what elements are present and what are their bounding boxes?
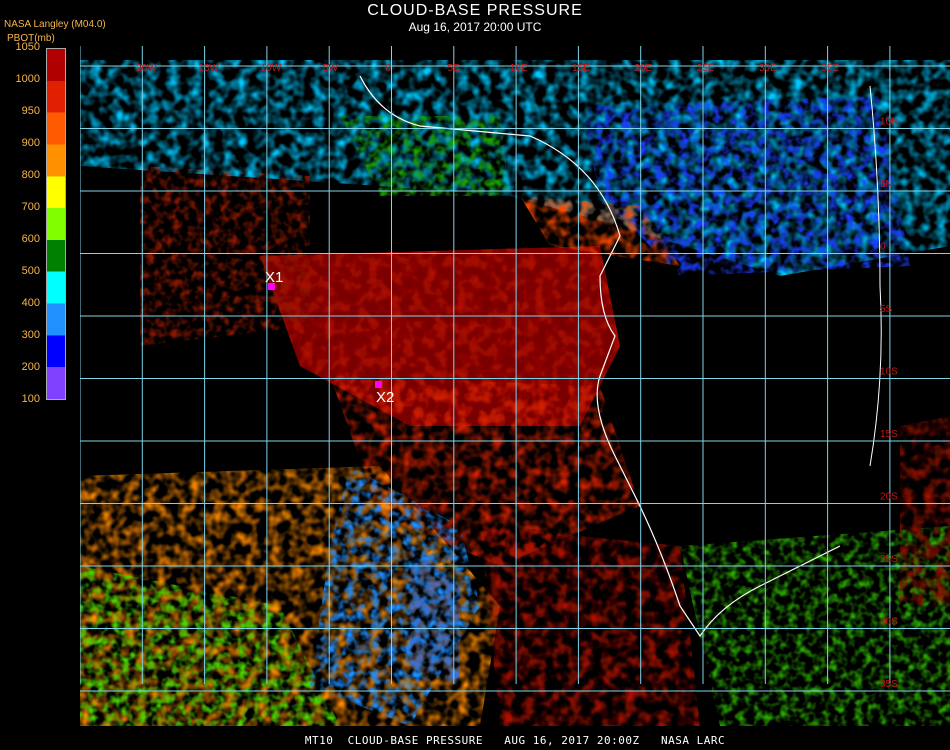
legend-tick-300: 300 [21,329,40,341]
legend-tick-1000: 1000 [15,73,40,85]
legend-tick-200: 200 [21,361,40,373]
legend-tick-800: 800 [21,169,40,181]
latitude-label: 25S [880,554,898,565]
map-subtitle: Aug 16, 2017 20:00 UTC [408,20,542,34]
longitude-label: 25E [697,63,715,74]
producer-label: NASA Langley (M04.0) [4,19,106,30]
longitude-label: 10E [510,63,528,74]
marker-x1-label: X1 [265,269,283,286]
latitude-label: 10S [880,367,898,378]
legend-tick-100: 100 [21,393,40,405]
legend-tick-600: 600 [21,233,40,245]
longitude-label: 30E [759,63,777,74]
legend-tick-950: 950 [21,105,40,117]
latitude-label: 5N [880,179,893,190]
latitude-label: 15S [880,429,898,440]
longitude-label: 5W [323,63,339,74]
west-deck [140,166,310,346]
map-title: CLOUD-BASE PRESSURE [367,2,583,19]
latitude-label: 0 [880,242,886,253]
latitude-label: 35S [880,679,898,690]
legend-tick-500: 500 [21,265,40,277]
longitude-label: 10W [261,63,282,74]
legend-tick-900: 900 [21,137,40,149]
east-edge-clouds [900,416,950,606]
marker-x2-label: X2 [376,389,394,406]
footer-caption: MT10 CLOUD-BASE PRESSURE AUG 16, 2017 20… [304,734,726,747]
longitude-label: 5E [448,63,461,74]
color-legend-bar [46,48,66,400]
legend-tick-1050: 1050 [15,41,40,53]
latitude-label: 10N [880,117,898,128]
latitude-label: 30S [880,617,898,628]
latitude-label: 5S [880,304,893,315]
legend-tick-400: 400 [21,297,40,309]
legend-tick-700: 700 [21,201,40,213]
longitude-label: 20W [136,63,157,74]
longitude-label: 15E [572,63,590,74]
longitude-label: 15W [198,63,219,74]
longitude-label: 20E [634,63,652,74]
latitude-label: 20S [880,492,898,503]
longitude-label: 0 [385,63,391,74]
longitude-label: 35E [821,63,839,74]
south-deck [480,526,700,726]
cloud-base-pressure-map: 20W 15W 10W 5W 0 5E 10E 15E 20E 25E 30E 35E 10N 5N 0 5… [80,46,950,726]
marker-x2-point [375,381,382,388]
